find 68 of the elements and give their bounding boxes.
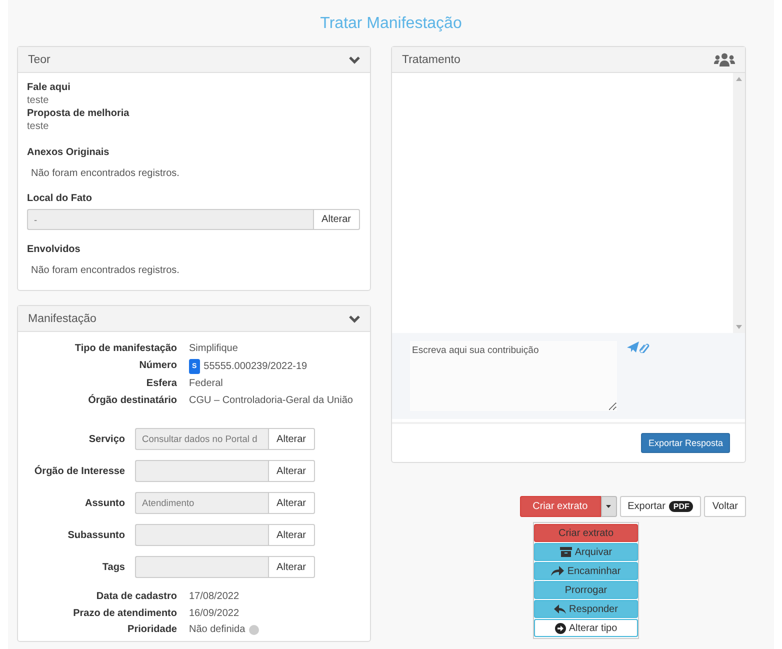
section-title: Anexos Originais [27, 146, 110, 159]
page-title: Tratar Manifestação [319, 14, 463, 34]
change-button[interactable]: Alterar [312, 209, 360, 230]
menu-item[interactable]: Arquivar [534, 543, 638, 561]
change-button[interactable]: Alterar [268, 428, 315, 450]
field-label: Subassunto [66, 530, 125, 540]
archive-icon [560, 547, 572, 557]
panel-title: Manifestação [28, 312, 96, 324]
field-label: Fale aqui [27, 81, 72, 94]
info-label: Esfera [145, 377, 177, 390]
field-value: teste [27, 94, 50, 107]
empty-message: Não foram encontrados registros. [31, 168, 180, 179]
menu-item[interactable]: Alterar tipo [534, 619, 638, 637]
change-button[interactable]: Alterar [268, 556, 315, 578]
readonly-field[interactable]: Atendimento [135, 492, 268, 514]
chevron-down-icon [349, 314, 360, 322]
export-pdf-button[interactable]: Exportar PDF [620, 496, 702, 517]
info-label: Número [138, 358, 177, 372]
menu-item[interactable]: Encaminhar [534, 562, 638, 580]
menu-item[interactable]: Responder [534, 600, 638, 618]
field-value: teste [27, 120, 50, 133]
info-value: Não definida [189, 623, 246, 636]
readonly-field[interactable]: Consultar dados no Portal d [135, 428, 268, 450]
dropdown-toggle[interactable] [600, 496, 617, 517]
panel-title: Tratamento [402, 54, 460, 66]
readonly-field[interactable] [135, 524, 268, 546]
change-button[interactable]: Alterar [268, 460, 315, 482]
info-label: Data de cadastro [95, 590, 177, 604]
info-value: Simplifique [189, 342, 238, 356]
change-button[interactable]: Alterar [268, 524, 315, 546]
scroll-up-icon [736, 77, 742, 81]
info-label: Órgão destinatário [87, 394, 177, 407]
info-label: Prioridade [126, 623, 177, 636]
scroll-down-icon [736, 325, 742, 329]
arrow-circle-icon [554, 622, 566, 634]
share-arrow-icon [551, 566, 564, 576]
location-field[interactable]: - [27, 209, 313, 230]
field-label: Serviço [88, 434, 125, 444]
section-title: Local do Fato [27, 192, 93, 205]
create-statement-button[interactable]: Criar extrato [520, 496, 601, 517]
menu-item[interactable]: Criar extrato [534, 524, 638, 542]
info-value: 17/08/2022 [189, 590, 240, 604]
menu-item[interactable]: Prorrogar [534, 581, 638, 599]
info-value: 55555.000239/2022-19 [204, 360, 308, 373]
back-button[interactable]: Voltar [704, 496, 746, 517]
field-label: Tags [101, 562, 125, 572]
panel-title: Teor [28, 54, 50, 66]
change-button[interactable]: Alterar [268, 492, 315, 514]
send-attach-icon [627, 341, 651, 353]
empty-message: Não foram encontrados registros. [31, 265, 180, 276]
field-label: Assunto [84, 498, 125, 508]
info-label: Tipo de manifestação [74, 342, 177, 356]
export-response-button[interactable]: Exportar Resposta [641, 433, 730, 453]
section-title: Envolvidos [27, 243, 82, 256]
info-value: CGU – Controladoria-Geral da União [189, 394, 353, 407]
caret-icon [606, 505, 612, 508]
scrollbar[interactable] [733, 73, 745, 333]
contribution-field[interactable]: Escreva aqui sua contribuição [410, 341, 617, 411]
field-label: Órgão de Interesse [33, 466, 125, 476]
info-label: Prazo de atendimento [72, 606, 177, 620]
users-icon [714, 52, 735, 66]
chevron-down-icon [349, 56, 360, 64]
field-label: Proposta de melhoria [27, 107, 130, 120]
info-value: Federal [189, 377, 223, 390]
readonly-field[interactable] [135, 460, 268, 482]
info-value: 16/09/2022 [189, 606, 240, 620]
reply-icon [554, 604, 566, 614]
readonly-field[interactable] [135, 556, 268, 578]
